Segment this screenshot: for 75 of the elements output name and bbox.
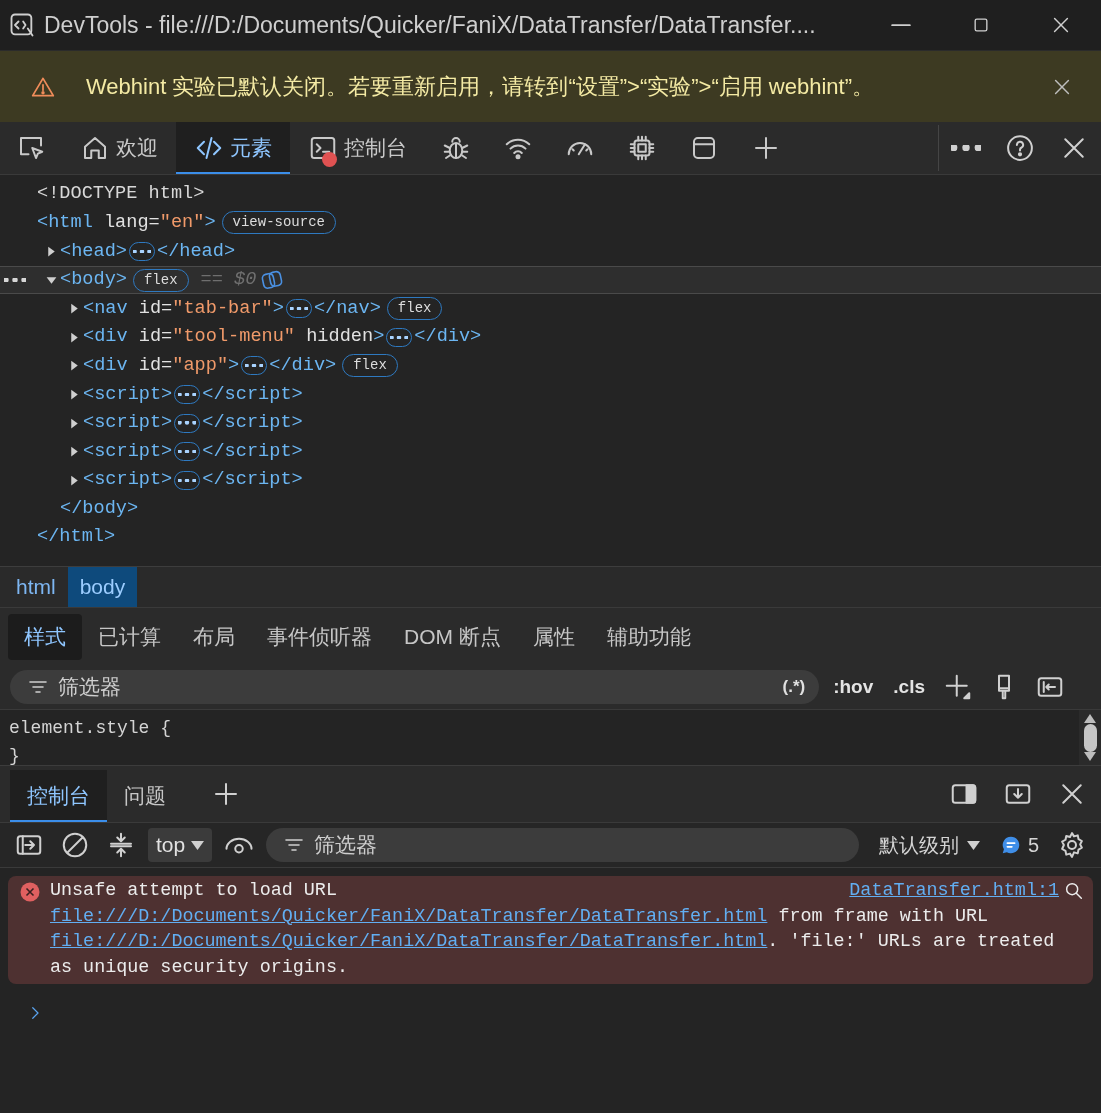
- breadcrumb[interactable]: html: [4, 567, 68, 607]
- code-text: </body>: [60, 496, 139, 521]
- code-text: <html lang="en">: [37, 210, 216, 235]
- code-text: </script>: [202, 411, 303, 436]
- window-title: DevTools - file:///D:/Documents/Quicker/FaniX/DataTransfer/DataTransfer....: [44, 10, 817, 40]
- more-icon: [178, 421, 197, 425]
- tab[interactable]: 辅助功能: [590, 613, 707, 660]
- tab[interactable]: DOM 断点: [388, 613, 517, 660]
- scrollbar-thumb[interactable]: [1083, 723, 1097, 752]
- more-icon: [178, 478, 197, 482]
- tab[interactable]: 欢迎: [62, 122, 176, 174]
- doctype-text: <!DOCTYPE html>: [37, 182, 205, 207]
- message-text: Unsafe attempt to load URL: [50, 879, 337, 903]
- more-icon: [390, 335, 409, 339]
- code-text: <nav id="tab-bar">: [83, 296, 284, 321]
- code-text: </script>: [202, 382, 303, 407]
- rule-text: element.style {: [9, 717, 173, 740]
- tab[interactable]: 布局: [177, 613, 251, 660]
- more-icon: [245, 364, 264, 368]
- code-text: </head>: [156, 239, 236, 264]
- code-text: <head>: [60, 239, 127, 264]
- app-icon: [8, 11, 36, 39]
- tab[interactable]: 属性: [516, 613, 591, 660]
- code-text: <script>: [83, 439, 173, 464]
- source-link[interactable]: DataTransfer.html:1: [849, 878, 1059, 904]
- hover-state-button[interactable]: :hov: [827, 672, 880, 702]
- caret-icon: [191, 840, 205, 850]
- url-link[interactable]: file:///D:/Documents/Quicker/FaniX/DataTransfer/DataTransfer.html: [50, 931, 768, 952]
- error-icon: [20, 882, 40, 902]
- more-icon: [132, 249, 151, 254]
- scroll-down-arrow-icon[interactable]: [1084, 752, 1096, 761]
- code-text: </nav>: [313, 296, 381, 321]
- caret-icon: [966, 840, 980, 850]
- selected-hint: == $0: [200, 268, 257, 293]
- tab[interactable]: 问题: [107, 770, 183, 822]
- message-text: file:///D:/Documents/Quicker/FaniX/DataTransfer/DataTransfer.html from frame with URL file:///D:/Documents/Quicker/FaniX/DataTransfer/DataTransfer.html. 'file:' URLs are treated as unique security origins.: [50, 904, 1056, 980]
- more-icon: [951, 145, 981, 151]
- code-text: <script>: [83, 468, 173, 493]
- help-icon: [1005, 133, 1035, 163]
- minimize-icon: [891, 23, 911, 27]
- more-icon: [4, 278, 26, 282]
- code-text: <script>: [83, 382, 173, 407]
- scrollbar[interactable]: [1079, 710, 1101, 765]
- filter-field[interactable]: 筛选器: [266, 828, 859, 862]
- chip-icon: [627, 133, 657, 163]
- tab[interactable]: 控制台: [10, 770, 107, 822]
- code-text: </html>: [37, 525, 116, 550]
- tab[interactable]: 已计算: [82, 613, 177, 660]
- code-text: </div>: [414, 325, 482, 350]
- info-message: Webhint 实验已默认关闭。若要重新启用，请转到“设置”>“实验”>“启用 webhint”。: [86, 73, 875, 101]
- tab[interactable]: 控制台: [290, 122, 425, 174]
- rule-text: }: [9, 745, 21, 765]
- tab[interactable]: 事件侦听器: [251, 613, 388, 660]
- clear-icon: [60, 830, 90, 860]
- breadcrumb[interactable]: body: [67, 567, 138, 607]
- plus-icon: [943, 672, 973, 702]
- code-text: <script>: [83, 411, 173, 436]
- context-dropdown[interactable]: top: [148, 828, 213, 862]
- code-text: </script>: [202, 468, 303, 493]
- more-icon: [289, 307, 308, 311]
- url-link[interactable]: file:///D:/Documents/Quicker/FaniX/DataTransfer/DataTransfer.html: [50, 905, 768, 927]
- code-text: <div id="tool-menu" hidden>: [83, 325, 385, 350]
- tab[interactable]: 样式: [8, 613, 82, 660]
- class-button[interactable]: .cls: [887, 672, 931, 702]
- more-icon: [178, 450, 197, 454]
- tab[interactable]: 元素: [176, 122, 290, 174]
- log-level-dropdown[interactable]: 默认级别: [872, 829, 986, 861]
- code-text: </script>: [202, 439, 303, 464]
- code-text: <body>: [60, 268, 127, 293]
- code-text: </div>: [269, 353, 337, 378]
- regex-toggle[interactable]: (.*): [782, 674, 806, 700]
- message-count-button[interactable]: 5: [993, 829, 1045, 861]
- scroll-up-arrow-icon[interactable]: [1084, 714, 1096, 723]
- code-text: <div id="app">: [83, 353, 240, 378]
- more-icon: [178, 392, 197, 397]
